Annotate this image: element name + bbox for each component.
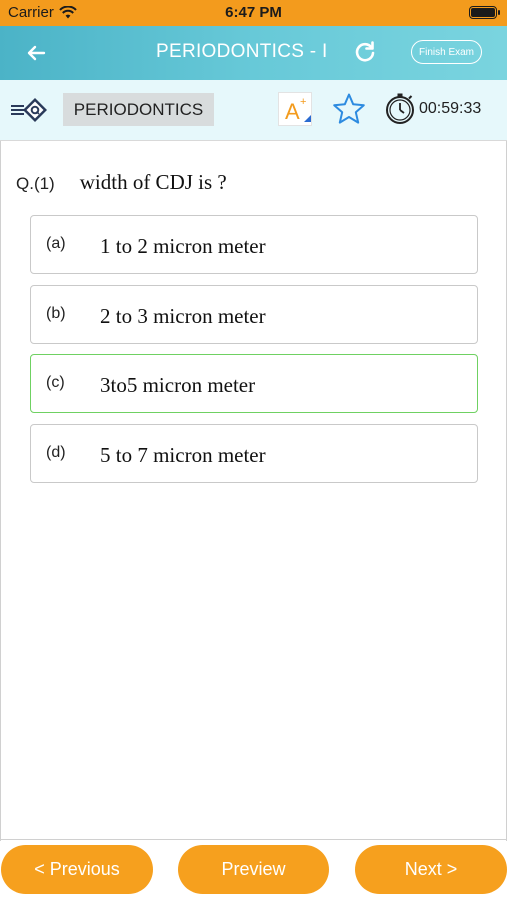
refresh-icon <box>355 41 375 62</box>
top-nav-bar: PERIODONTICS - I Finish Exam <box>0 26 507 80</box>
option-letter: (c) <box>46 374 65 391</box>
timer-icon-wrap <box>383 92 417 126</box>
previous-button[interactable]: < Previous <box>1 845 153 894</box>
star-icon <box>333 93 365 124</box>
content-border-left <box>0 141 1 841</box>
preview-button[interactable]: Preview <box>178 845 329 894</box>
question-number: Q.(1) <box>16 174 55 193</box>
option-b[interactable]: (b) 2 to 3 micron meter <box>30 285 478 344</box>
option-text: 1 to 2 micron meter <box>100 234 266 258</box>
option-letter: (d) <box>46 444 66 461</box>
back-button[interactable] <box>22 38 52 68</box>
battery-icon <box>469 6 500 19</box>
question-toolbar: PERIODONTICS A + 00:59:33 <box>0 80 507 140</box>
timer-display: 00:59:33 <box>419 100 482 117</box>
header-divider <box>0 140 507 141</box>
option-text: 3to5 micron meter <box>100 373 256 397</box>
refresh-button[interactable] <box>351 38 379 66</box>
font-size-plus: + <box>300 96 306 108</box>
option-text: 5 to 7 micron meter <box>100 443 266 467</box>
status-time: 6:47 PM <box>225 4 282 21</box>
stopwatch-icon <box>386 93 414 124</box>
quiz-screen: Carrier 6:47 PM PERIODONTICS - I Finish … <box>0 0 507 900</box>
next-button[interactable]: Next > <box>355 845 507 894</box>
option-text: 2 to 3 micron meter <box>100 304 266 328</box>
finish-exam-button[interactable]: Finish Exam <box>411 40 482 64</box>
question-list-icon <box>11 98 47 122</box>
question-list-button[interactable] <box>10 97 50 123</box>
option-a[interactable]: (a) 1 to 2 micron meter <box>30 215 478 274</box>
option-d[interactable]: (d) 5 to 7 micron meter <box>30 424 478 483</box>
option-letter: (b) <box>46 305 66 322</box>
status-bar: Carrier 6:47 PM <box>0 0 507 26</box>
content-border-bottom <box>0 839 507 840</box>
font-size-button[interactable]: A + <box>278 92 312 126</box>
option-c[interactable]: (c) 3to5 micron meter <box>30 354 478 413</box>
option-letter: (a) <box>46 235 66 252</box>
arrow-left-icon <box>27 45 46 61</box>
font-size-glyph: A <box>285 99 300 124</box>
question-text: width of CDJ is ? <box>79 170 227 194</box>
bookmark-button[interactable] <box>331 92 367 126</box>
font-size-icon: A + <box>285 96 311 124</box>
subject-label: PERIODONTICS <box>63 93 214 126</box>
question-header: Q.(1) width of CDJ is ? <box>16 170 486 195</box>
page-title: PERIODONTICS - I <box>156 41 328 62</box>
